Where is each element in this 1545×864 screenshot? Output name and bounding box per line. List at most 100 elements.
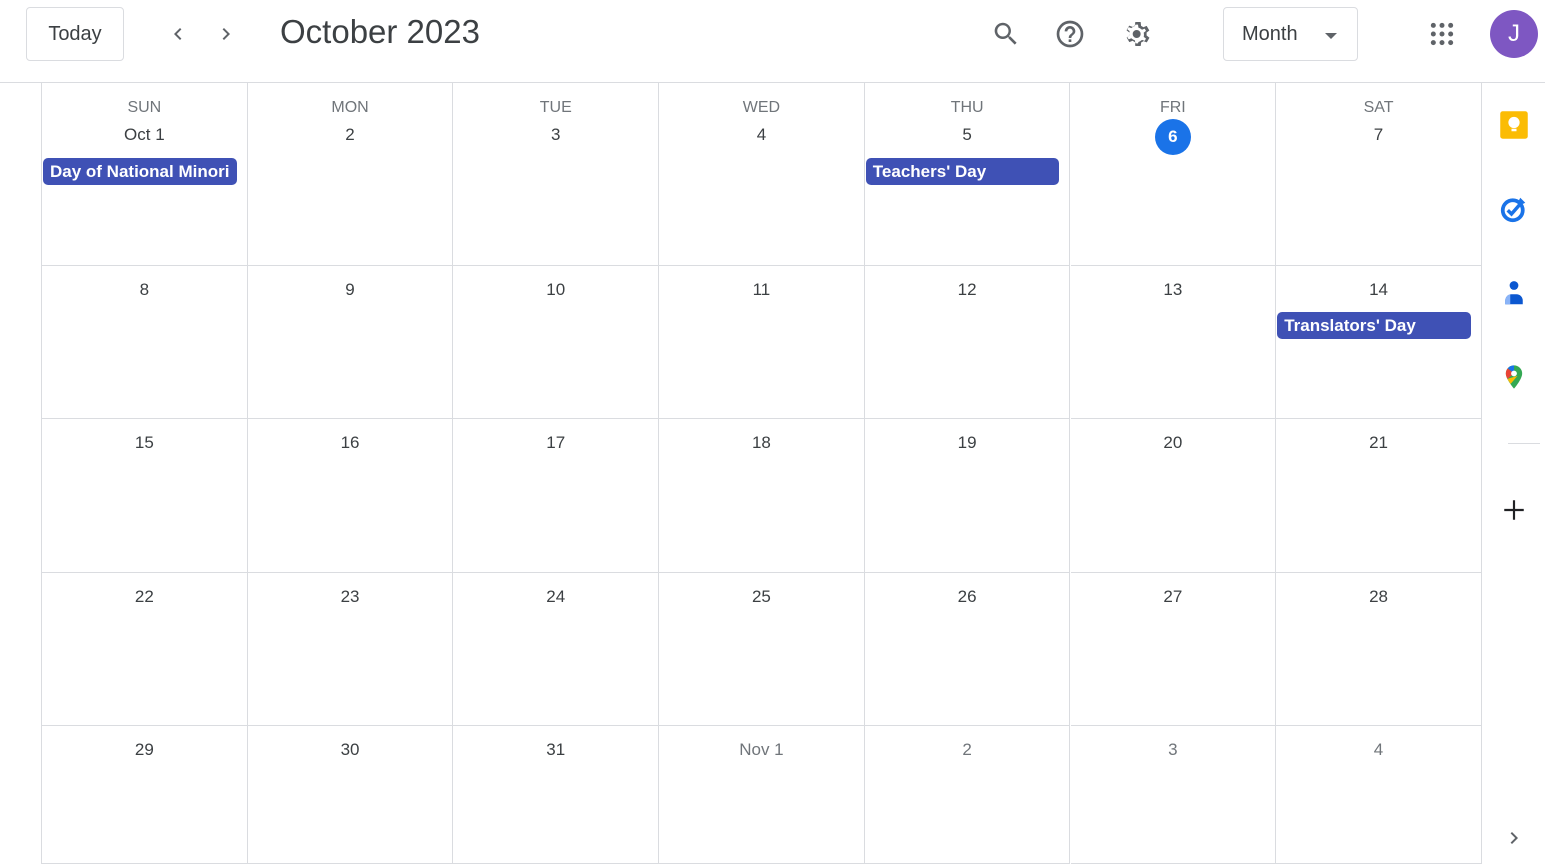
day-cell[interactable]: MON 2 — [247, 83, 454, 266]
day-number[interactable]: 26 — [865, 587, 1070, 607]
day-cell[interactable]: 20 — [1070, 419, 1277, 573]
day-cell[interactable]: 15 — [42, 419, 248, 573]
tasks-button[interactable] — [1490, 185, 1538, 233]
previous-month-button[interactable] — [158, 14, 198, 54]
day-number[interactable]: 20 — [1071, 433, 1276, 453]
day-number[interactable]: 29 — [42, 740, 247, 760]
next-month-button[interactable] — [206, 14, 246, 54]
help-icon — [1056, 20, 1084, 48]
day-cell[interactable]: 3 — [1070, 726, 1277, 864]
day-number[interactable]: 17 — [453, 433, 658, 453]
day-number[interactable]: 16 — [248, 433, 453, 453]
day-number[interactable]: 2 — [248, 125, 453, 145]
day-number[interactable]: 7 — [1276, 125, 1481, 145]
add-addon-button[interactable] — [1490, 486, 1538, 534]
event-chip[interactable]: Day of National Minori — [43, 158, 237, 185]
day-number[interactable]: 10 — [453, 280, 658, 300]
help-button[interactable] — [1046, 10, 1094, 58]
day-number[interactable]: 11 — [659, 280, 864, 300]
view-selector[interactable]: Month — [1223, 7, 1358, 61]
day-number[interactable]: 3 — [1071, 740, 1276, 760]
day-cell[interactable]: 31 — [453, 726, 660, 864]
day-cell[interactable]: TUE 3 — [453, 83, 660, 266]
search-button[interactable] — [982, 10, 1030, 58]
day-number[interactable]: 5 — [865, 125, 1070, 145]
day-cell[interactable]: 17 — [453, 419, 660, 573]
contacts-icon — [1505, 281, 1523, 305]
day-cell[interactable]: 28 — [1276, 573, 1482, 726]
day-cell[interactable]: 2 — [864, 726, 1071, 864]
side-panel-divider — [1508, 443, 1540, 444]
month-grid: SUN Oct 1 MON 2 TUE 3 WED 4 THU 5 FRI 6 SAT 7 8 9 10 11 12… — [41, 83, 1482, 864]
day-cell[interactable]: Nov 1 — [659, 726, 865, 864]
day-number[interactable]: 13 — [1071, 280, 1276, 300]
day-cell[interactable]: 10 — [453, 266, 660, 419]
keep-button[interactable] — [1490, 101, 1538, 149]
chevron-right-icon — [1510, 832, 1518, 844]
day-number[interactable]: 2 — [865, 740, 1070, 760]
day-cell[interactable]: 19 — [864, 419, 1071, 573]
day-cell[interactable]: 21 — [1276, 419, 1482, 573]
day-cell[interactable]: 22 — [42, 573, 248, 726]
day-cell[interactable]: 27 — [1070, 573, 1277, 726]
weekday-label: MON — [331, 99, 369, 116]
day-number[interactable]: 21 — [1276, 433, 1481, 453]
day-number[interactable]: 22 — [42, 587, 247, 607]
weekday-label: WED — [742, 99, 781, 116]
contacts-button[interactable] — [1490, 269, 1538, 317]
day-cell[interactable]: 23 — [247, 573, 454, 726]
day-number[interactable]: Nov 1 — [659, 740, 864, 760]
day-number[interactable]: 3 — [453, 125, 658, 145]
expand-side-panel-button[interactable] — [1490, 814, 1538, 862]
apps-grid-icon — [1430, 22, 1454, 46]
day-cell[interactable]: 9 — [247, 266, 454, 419]
day-number[interactable]: 12 — [865, 280, 1070, 300]
chevron-left-icon — [174, 28, 182, 40]
day-number[interactable]: 18 — [659, 433, 864, 453]
day-number[interactable]: 9 — [248, 280, 453, 300]
day-number[interactable]: Oct 1 — [42, 125, 247, 145]
day-cell[interactable]: 26 — [864, 573, 1071, 726]
day-cell[interactable]: 24 — [453, 573, 660, 726]
day-cell[interactable]: 30 — [247, 726, 454, 864]
day-cell[interactable]: WED 4 — [659, 83, 865, 266]
day-cell[interactable]: SAT 7 — [1276, 83, 1482, 266]
day-number[interactable]: 30 — [248, 740, 453, 760]
settings-button[interactable] — [1114, 10, 1162, 58]
day-number[interactable]: 24 — [453, 587, 658, 607]
day-number[interactable]: 19 — [865, 433, 1070, 453]
event-chip[interactable]: Teachers' Day — [865, 158, 1060, 185]
apps-button[interactable] — [1418, 10, 1466, 58]
today-button[interactable]: Today — [26, 7, 124, 61]
day-number[interactable]: 25 — [659, 587, 864, 607]
day-cell[interactable]: 4 — [1276, 726, 1482, 864]
day-cell[interactable]: 11 — [659, 266, 865, 419]
day-number[interactable]: 4 — [659, 125, 864, 145]
day-number[interactable]: 6 — [1071, 119, 1276, 155]
event-chip[interactable]: Translators' Day — [1277, 312, 1471, 339]
day-cell[interactable]: 8 — [42, 266, 248, 419]
day-cell[interactable]: 25 — [659, 573, 865, 726]
day-number[interactable]: 27 — [1071, 587, 1276, 607]
day-number[interactable]: 15 — [42, 433, 247, 453]
day-number[interactable]: 28 — [1276, 587, 1481, 607]
day-number[interactable]: 14 — [1276, 280, 1481, 300]
day-number[interactable]: 23 — [248, 587, 453, 607]
top-bar: Today October 2023 Month J — [0, 0, 1545, 83]
page-title: October 2023 — [280, 13, 480, 50]
day-number[interactable]: 31 — [453, 740, 658, 760]
day-cell[interactable]: 13 — [1070, 266, 1277, 419]
day-cell[interactable]: 18 — [659, 419, 865, 573]
day-number[interactable]: 4 — [1276, 740, 1481, 760]
avatar[interactable]: J — [1490, 10, 1538, 58]
day-cell[interactable]: 29 — [42, 726, 248, 864]
day-cell[interactable]: 16 — [247, 419, 454, 573]
day-cell[interactable]: FRI 6 — [1070, 83, 1277, 266]
day-cell[interactable]: 14 — [1276, 266, 1482, 419]
today-indicator[interactable]: 6 — [1154, 119, 1191, 155]
day-cell[interactable]: 12 — [864, 266, 1071, 419]
maps-button[interactable] — [1490, 353, 1538, 401]
view-selected-label: Month — [1242, 22, 1298, 45]
day-number[interactable]: 8 — [42, 280, 247, 300]
weekday-label: SUN — [127, 99, 162, 116]
